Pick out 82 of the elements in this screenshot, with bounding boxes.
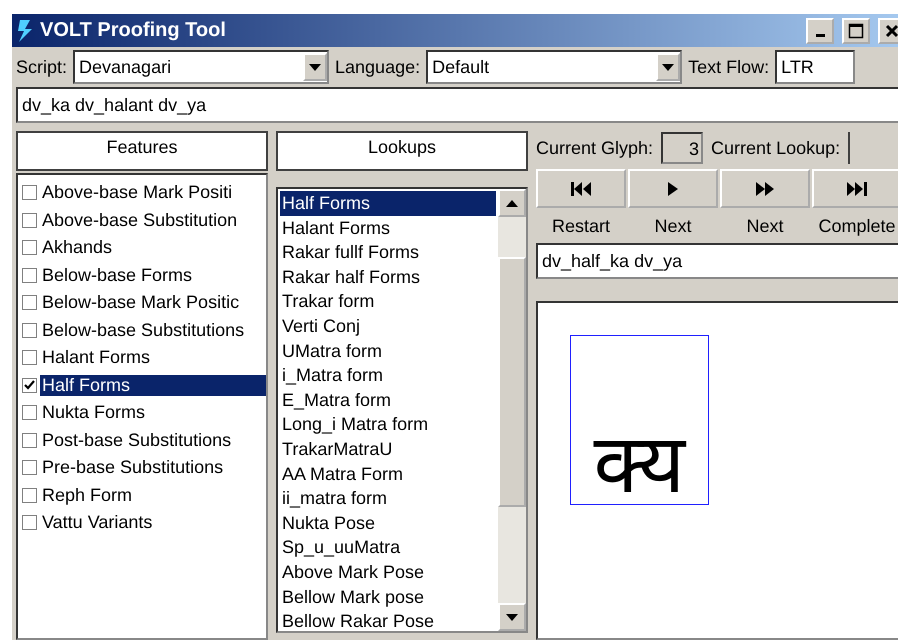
feature-item[interactable]: Nukta Forms (40, 402, 266, 424)
scrollbar[interactable] (498, 189, 526, 631)
checkbox[interactable] (22, 405, 37, 420)
input-field[interactable]: dv_ka dv_halant dv_ya (16, 87, 898, 123)
current-glyph-field: 3 (661, 132, 704, 164)
control-button[interactable] (720, 169, 810, 208)
lookup-item[interactable]: Verti Conj (280, 314, 496, 339)
checkbox[interactable] (22, 268, 37, 283)
features-header: Features (16, 131, 268, 171)
checkbox[interactable] (22, 460, 37, 476)
script-dropdown[interactable]: Devanagari (73, 50, 330, 84)
checkbox[interactable] (22, 350, 37, 366)
feature-item[interactable]: Below-base Forms (40, 264, 266, 286)
lookup-item[interactable]: Halant Forms (280, 216, 496, 240)
text-flow-label: Text Flow: (688, 56, 770, 78)
lookup-item[interactable]: Rakar fullf Forms (280, 240, 496, 265)
caret-icon (662, 64, 674, 70)
current-glyph-label: Current Glyph: (536, 138, 654, 158)
lookup-item[interactable]: Half Forms (280, 191, 496, 216)
play-icon (667, 180, 679, 198)
lookup-item[interactable]: Above Mark Pose (280, 560, 496, 584)
checkbox[interactable] (22, 295, 37, 310)
lookups-header: Lookups (276, 131, 528, 171)
feature-item[interactable]: Vattu Variants (40, 512, 266, 534)
feature-item[interactable]: Reph Form (40, 484, 266, 506)
maximize-icon (848, 22, 864, 38)
checkbox[interactable] (22, 185, 37, 200)
feature-item[interactable]: Akhands (40, 237, 266, 258)
close-button[interactable] (878, 18, 898, 44)
glyph-text: क्य (592, 426, 688, 504)
script-label: Script: (16, 56, 68, 78)
lightning-icon (16, 18, 34, 42)
lookup-item[interactable]: Trakar form (280, 289, 496, 314)
control-label: Next (654, 216, 692, 237)
scroll-up-icon (506, 200, 518, 206)
lookup-item[interactable]: Rakar half Forms (280, 264, 496, 290)
lookup-item[interactable]: UMatra form (280, 338, 496, 364)
lookup-item[interactable]: TrakarMatraU (280, 436, 496, 462)
minimize-button[interactable] (806, 18, 834, 44)
output-field[interactable]: dv_half_ka dv_ya (536, 243, 898, 279)
maximize-button[interactable] (842, 18, 870, 44)
caret-icon (309, 64, 322, 70)
lookup-item[interactable]: Bellow Rakar Pose (280, 609, 496, 634)
feature-item[interactable]: Post-base Substitutions (40, 430, 266, 451)
language-label: Language: (335, 56, 420, 78)
feature-item[interactable]: Above-base Substitution (40, 210, 266, 231)
feature-item[interactable]: Below-base Mark Positic (40, 292, 266, 314)
checkbox[interactable] (22, 240, 37, 256)
skip-forward-icon (846, 180, 868, 198)
skip-back-icon (570, 180, 592, 198)
control-button[interactable] (536, 169, 626, 208)
lookup-item[interactable]: Nukta Pose (280, 510, 496, 536)
checkbox[interactable] (22, 322, 37, 338)
control-label: Restart (552, 216, 610, 237)
language-dropdown[interactable]: Default (426, 50, 682, 84)
lookup-item[interactable]: Bellow Mark pose (280, 584, 496, 610)
checkbox[interactable] (22, 432, 37, 448)
scroll-down-icon (506, 614, 518, 620)
lookup-item[interactable]: AA Matra Form (280, 462, 496, 486)
lookup-item[interactable]: E_Matra form (280, 388, 496, 412)
feature-item[interactable]: Above-base Mark Positi (40, 182, 266, 204)
close-icon (885, 24, 898, 38)
checkbox[interactable] (22, 515, 37, 530)
feature-item[interactable]: Pre-base Substitutions (40, 457, 266, 478)
current-lookup-label: Current Lookup: (711, 138, 840, 158)
checkbox[interactable] (22, 488, 37, 503)
control-label: Next (746, 216, 784, 237)
feature-item[interactable]: Half Forms (40, 374, 266, 396)
control-button[interactable] (812, 169, 898, 208)
fast-forward-icon (755, 180, 775, 198)
checkbox[interactable] (22, 212, 37, 228)
lookup-item[interactable]: Sp_u_uuMatra (280, 535, 496, 560)
text-flow-field[interactable]: LTR (775, 50, 856, 84)
lookup-item[interactable]: Long_i Matra form (280, 412, 496, 437)
checkbox[interactable] (22, 378, 37, 393)
lookup-item[interactable]: i_Matra form (280, 363, 496, 388)
control-label: Complete (818, 216, 896, 237)
lookup-item[interactable]: ii_matra form (280, 486, 496, 511)
window-title: VOLT Proofing Tool (40, 19, 227, 42)
feature-item[interactable]: Below-base Substitutions (40, 320, 266, 341)
minimize-icon (816, 34, 824, 37)
feature-item[interactable]: Halant Forms (40, 347, 266, 368)
